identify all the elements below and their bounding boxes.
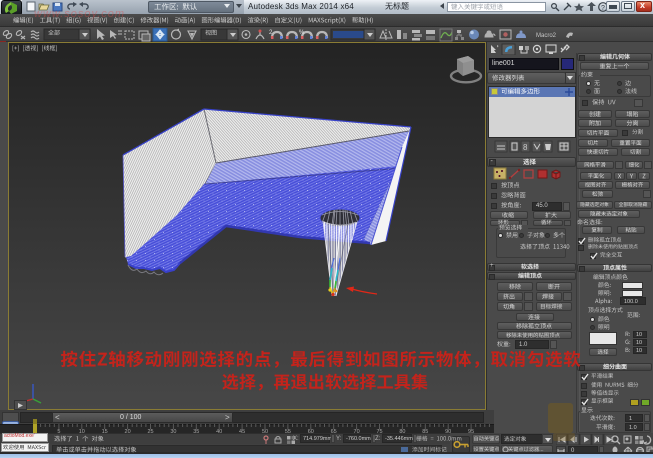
svg-text:?: ? bbox=[601, 5, 605, 12]
svg-text:Macro2: Macro2 bbox=[536, 33, 557, 39]
svg-text:%: % bbox=[299, 30, 305, 36]
svg-text:8: 8 bbox=[523, 143, 528, 152]
